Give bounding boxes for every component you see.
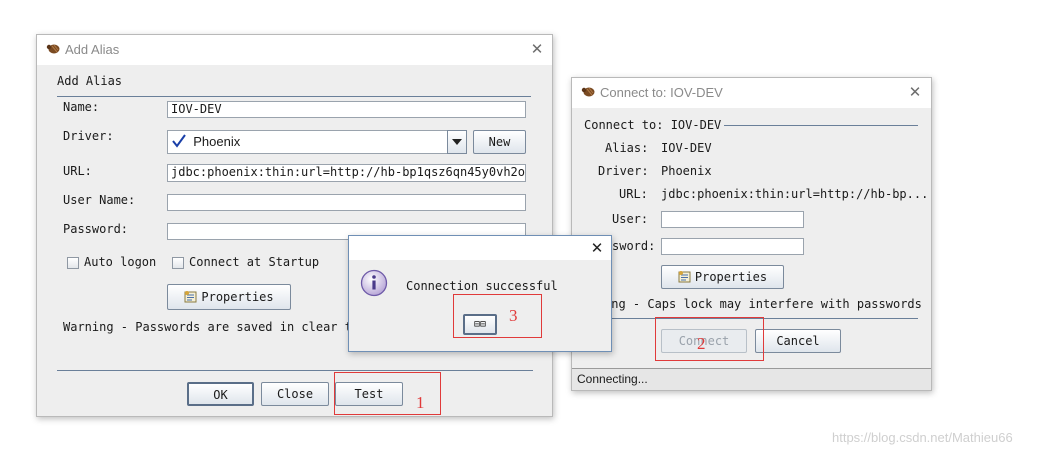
driver-label: Driver: <box>63 129 114 143</box>
properties-button-label: Properties <box>201 290 274 304</box>
url-label: URL: <box>619 187 648 201</box>
caps-warning-text: ing - Caps lock may interfere with passw… <box>604 297 922 311</box>
driver-value: Phoenix <box>193 134 241 149</box>
auto-logon-label: Auto logon <box>84 255 157 269</box>
annotation-number-1: 1 <box>416 393 425 412</box>
driver-dropdown-button[interactable] <box>447 130 467 154</box>
connect-at-startup-label: Connect at Startup <box>189 255 320 269</box>
app-icon <box>46 44 60 54</box>
username-label: User Name: <box>63 193 136 207</box>
status-text: Connecting... <box>577 372 648 386</box>
new-driver-button[interactable]: New <box>473 130 526 154</box>
message-text: Connection successful <box>406 279 558 293</box>
section-divider <box>57 96 531 97</box>
auto-logon-checkbox[interactable] <box>67 257 79 269</box>
checkmark-icon <box>172 134 186 148</box>
ok-button[interactable]: OK <box>187 382 254 406</box>
connect-section-title: Connect to: IOV-DEV <box>584 118 722 132</box>
connect-section-divider <box>724 125 918 126</box>
add-alias-section-title: Add Alias <box>57 74 123 88</box>
name-field[interactable]: IOV-DEV <box>167 101 526 118</box>
url-value: jdbc:phoenix:thin:url=http://hb-bp... <box>661 187 929 201</box>
annotation-number-3: 3 <box>509 306 518 325</box>
warning-text: Warning - Passwords are saved in clear t… <box>63 320 360 334</box>
add-alias-title: Add Alias <box>65 42 120 57</box>
user-label: User: <box>612 212 649 226</box>
password-field[interactable] <box>661 238 804 255</box>
add-alias-window: Add Alias ✕ Add Alias Name: IOV-DEV Driv… <box>36 34 553 417</box>
annotation-box-1 <box>334 372 441 415</box>
user-field[interactable] <box>661 211 804 228</box>
message-titlebar[interactable]: ✕ <box>349 236 611 260</box>
cancel-button[interactable]: Cancel <box>755 329 841 353</box>
name-label: Name: <box>63 100 100 114</box>
close-icon[interactable]: ✕ <box>589 240 605 256</box>
properties-button[interactable]: Properties <box>167 284 291 310</box>
properties-icon <box>184 291 197 303</box>
annotation-box-3 <box>453 294 542 338</box>
add-alias-titlebar[interactable]: Add Alias ✕ <box>37 35 552 65</box>
close-icon[interactable]: ✕ <box>529 41 545 57</box>
connect-to-titlebar[interactable]: Connect to: IOV-DEV ✕ <box>572 78 931 108</box>
annotation-box-2 <box>655 317 764 361</box>
driver-value: Phoenix <box>661 164 712 178</box>
driver-select[interactable]: Phoenix <box>167 130 467 154</box>
username-field[interactable] <box>167 194 526 211</box>
alias-label: Alias: <box>605 141 649 155</box>
connect-at-startup-checkbox[interactable] <box>172 257 184 269</box>
annotation-number-2: 2 <box>697 334 706 353</box>
watermark-text: https://blog.csdn.net/Mathieu66 <box>832 430 1013 445</box>
connect-to-title: Connect to: IOV-DEV <box>600 85 723 100</box>
properties-icon <box>678 271 691 283</box>
url-field[interactable]: jdbc:phoenix:thin:url=http://hb-bp1qsz6q… <box>167 164 526 182</box>
close-button[interactable]: Close <box>261 382 329 406</box>
properties-button-label: Properties <box>694 270 768 284</box>
chevron-down-icon <box>452 139 462 145</box>
alias-value: IOV-DEV <box>661 141 712 155</box>
password-label: Password: <box>63 222 129 236</box>
bottom-divider <box>57 370 533 371</box>
close-icon[interactable]: ✕ <box>907 84 923 100</box>
status-bar: Connecting... <box>572 368 931 390</box>
password-label: sword: <box>612 239 656 253</box>
app-icon <box>581 87 595 97</box>
properties-button[interactable]: Properties <box>661 265 784 289</box>
driver-label: Driver: <box>598 164 649 178</box>
url-label: URL: <box>63 164 92 178</box>
info-icon <box>360 269 388 297</box>
